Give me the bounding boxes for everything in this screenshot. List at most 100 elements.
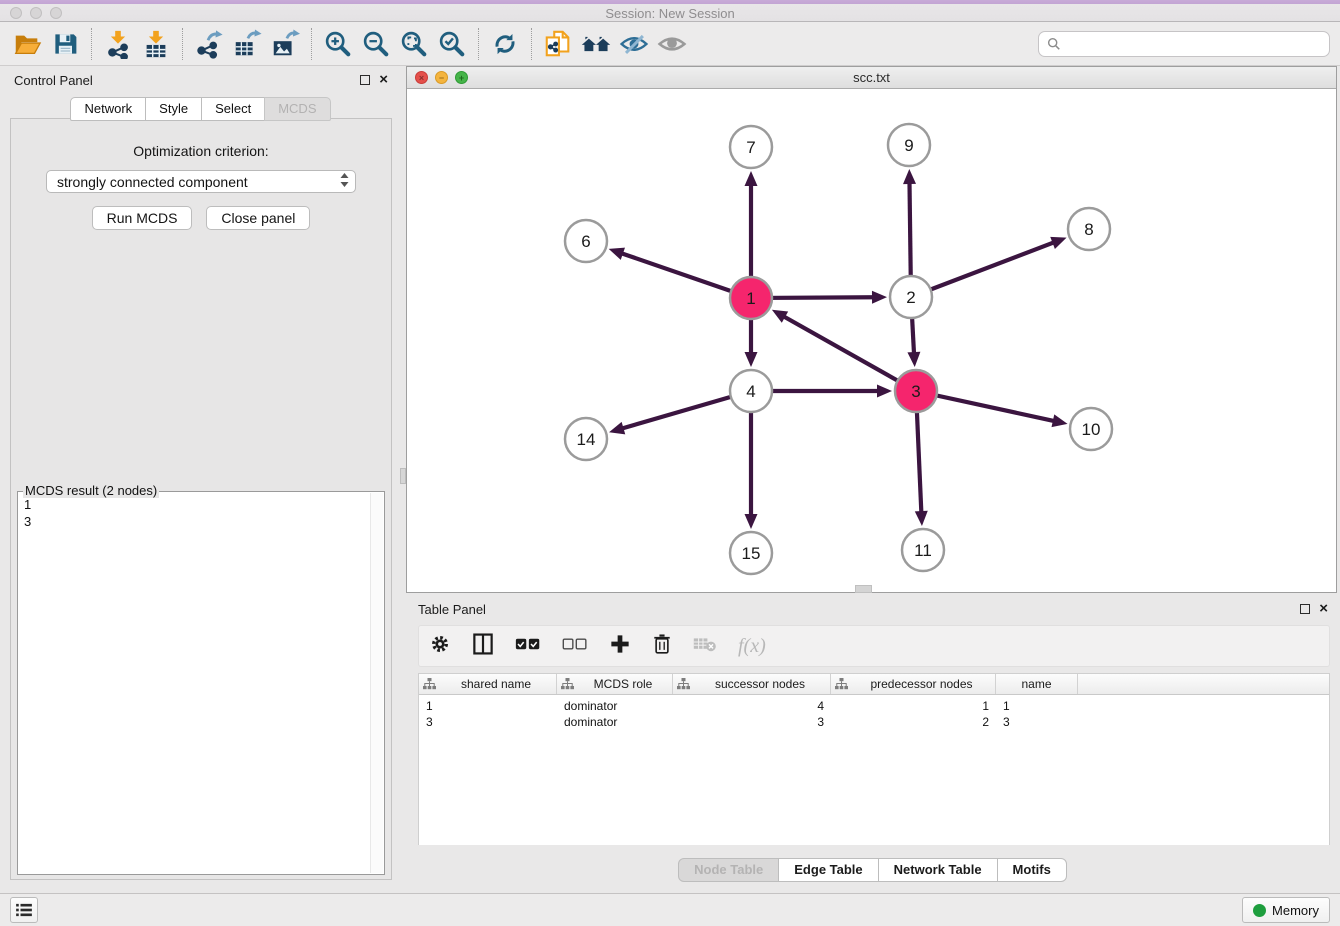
result-scrollbar[interactable] <box>370 493 383 873</box>
columns-icon <box>472 632 494 656</box>
float-table-panel-icon[interactable] <box>1300 604 1310 614</box>
tab-node-table[interactable]: Node Table <box>678 858 779 882</box>
select-all-button[interactable] <box>515 637 541 656</box>
zoom-fit-icon <box>399 29 429 59</box>
clone-network-button[interactable] <box>539 25 577 63</box>
zoom-in-icon <box>323 29 353 59</box>
column-type-icon <box>423 678 436 690</box>
clone-network-icon <box>543 29 573 59</box>
tab-mcds[interactable]: MCDS <box>264 97 330 121</box>
zoom-in-button[interactable] <box>319 25 357 63</box>
zoom-fit-button[interactable] <box>395 25 433 63</box>
trash-icon <box>652 633 672 655</box>
graph-edge[interactable] <box>911 242 1054 297</box>
gear-icon <box>429 633 451 655</box>
tab-motifs[interactable]: Motifs <box>997 858 1067 882</box>
refresh-layout-button[interactable] <box>486 25 524 63</box>
zoom-selected-icon <box>437 29 467 59</box>
tab-network[interactable]: Network <box>70 97 146 121</box>
function-builder-button[interactable]: f(x) <box>738 635 766 658</box>
column-header-successor-nodes[interactable]: successor nodes <box>673 674 831 694</box>
column-header-predecessor-nodes[interactable]: predecessor nodes <box>831 674 996 694</box>
column-header-mcds-role[interactable]: MCDS role <box>557 674 673 694</box>
zoom-out-icon <box>361 29 391 59</box>
list-icon <box>16 903 32 917</box>
columns-button[interactable] <box>472 632 494 661</box>
column-type-icon <box>677 678 690 690</box>
import-network-button[interactable] <box>99 25 137 63</box>
edge-arrowhead <box>1052 414 1068 427</box>
plus-icon <box>609 633 631 655</box>
zoom-selected-button[interactable] <box>433 25 471 63</box>
run-mcds-button[interactable]: Run MCDS <box>92 206 193 230</box>
edge-arrowhead <box>745 514 758 529</box>
open-session-button[interactable] <box>8 25 46 63</box>
gear-button[interactable] <box>429 633 451 660</box>
close-panel-button[interactable]: Close panel <box>206 206 310 230</box>
graph-node-label: 11 <box>914 541 932 560</box>
network-window-title: scc.txt <box>407 70 1336 85</box>
edge-arrowhead <box>915 511 928 526</box>
unselect-all-button[interactable] <box>562 637 588 656</box>
graph-node-label: 4 <box>746 382 755 401</box>
tab-select[interactable]: Select <box>201 97 265 121</box>
table-cell: 1 <box>996 699 1078 713</box>
hide-selected-button[interactable] <box>615 25 653 63</box>
show-eye-button[interactable] <box>653 25 691 63</box>
tab-network-table[interactable]: Network Table <box>878 858 998 882</box>
memory-button[interactable]: Memory <box>1242 897 1330 923</box>
mcds-result-text[interactable]: 1 3 <box>20 496 368 872</box>
network-view-window: × − + scc.txt 7968124314101511 <box>406 66 1337 593</box>
home-icon <box>580 29 612 59</box>
edge-arrowhead <box>877 385 892 398</box>
edge-arrowhead <box>745 352 758 367</box>
select-chevrons-icon <box>340 173 349 190</box>
table-row[interactable]: 1dominator411 <box>419 698 1329 714</box>
edge-arrowhead <box>745 171 758 186</box>
zoom-out-button[interactable] <box>357 25 395 63</box>
float-panel-icon[interactable] <box>360 75 370 85</box>
open-folder-icon <box>12 29 42 59</box>
edge-arrowhead <box>907 352 920 367</box>
network-graph[interactable]: 7968124314101511 <box>407 89 1336 593</box>
home-view-button[interactable] <box>577 25 615 63</box>
table-cell: 3 <box>673 715 831 729</box>
add-row-button[interactable] <box>609 633 631 660</box>
import-table-button[interactable] <box>137 25 175 63</box>
column-header-name[interactable]: name <box>996 674 1078 694</box>
delete-row-button[interactable] <box>652 633 672 660</box>
edge-arrowhead <box>872 291 887 304</box>
table-cell: dominator <box>557 715 673 729</box>
criterion-select[interactable]: strongly connected component <box>46 170 356 193</box>
tab-edge-table[interactable]: Edge Table <box>778 858 878 882</box>
criterion-value: strongly connected component <box>57 174 248 190</box>
export-image-button[interactable] <box>266 25 304 63</box>
window-titlebar: Session: New Session <box>0 0 1340 22</box>
delete-table-button[interactable] <box>693 635 717 658</box>
table-cell: 4 <box>673 699 831 713</box>
save-session-button[interactable] <box>46 25 84 63</box>
window-title: Session: New Session <box>0 6 1340 21</box>
network-scroll-handle[interactable] <box>855 585 872 593</box>
edge-arrowhead <box>1050 237 1066 249</box>
table-toolbar: f(x) <box>418 625 1330 667</box>
export-network-button[interactable] <box>190 25 228 63</box>
network-canvas[interactable]: 7968124314101511 <box>407 89 1336 592</box>
network-window-titlebar[interactable]: × − + scc.txt <box>407 67 1336 89</box>
graph-node-label: 7 <box>746 138 755 157</box>
search-field[interactable] <box>1038 31 1330 57</box>
graph-node-label: 2 <box>906 288 915 307</box>
close-table-panel-icon[interactable]: × <box>1319 604 1328 614</box>
export-table-button[interactable] <box>228 25 266 63</box>
node-table: shared nameMCDS rolesuccessor nodesprede… <box>418 673 1330 845</box>
graph-node-label: 3 <box>911 382 920 401</box>
graph-edge[interactable] <box>783 316 916 391</box>
search-input[interactable] <box>1067 36 1321 51</box>
toolbar-separator <box>91 28 92 60</box>
task-history-button[interactable] <box>10 897 38 923</box>
table-row[interactable]: 3dominator323 <box>419 714 1329 730</box>
close-panel-icon[interactable]: × <box>379 75 388 85</box>
save-icon <box>51 30 79 58</box>
tab-style[interactable]: Style <box>145 97 202 121</box>
column-header-shared-name[interactable]: shared name <box>419 674 557 694</box>
